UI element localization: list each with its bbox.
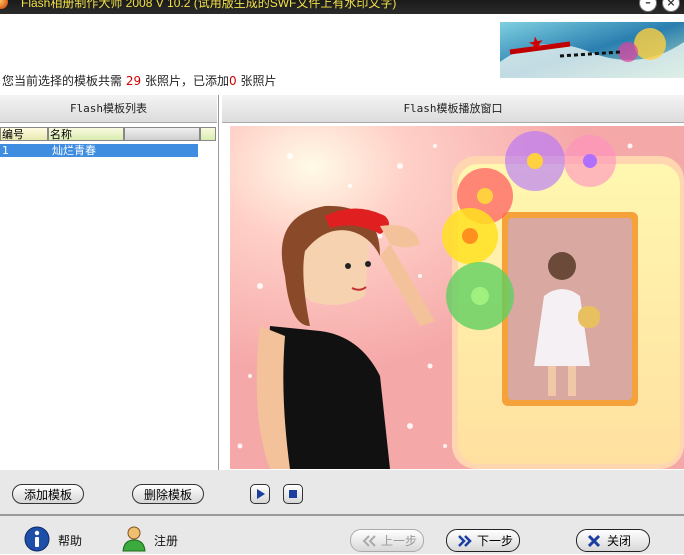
next-step-button[interactable]: 下一步 bbox=[446, 529, 520, 552]
prev-step-button[interactable]: 上一步 bbox=[350, 529, 424, 552]
play-button[interactable] bbox=[250, 484, 270, 504]
controls-bar: 添加模板 删除模板 bbox=[0, 470, 684, 514]
template-id: 1 bbox=[2, 144, 9, 157]
brand-logo: ★ bbox=[500, 22, 684, 78]
user-icon[interactable] bbox=[120, 524, 148, 552]
delete-template-button[interactable]: 删除模板 bbox=[132, 484, 204, 504]
close-label: 关闭 bbox=[607, 534, 632, 548]
column-header-id[interactable]: 编号 bbox=[0, 127, 48, 141]
flash-preview[interactable] bbox=[230, 126, 684, 469]
window-title: Flash相册制作大师 2008 V 10.2 (试用版生成的SWF文件上有水印… bbox=[21, 0, 397, 10]
template-name: 灿烂青春 bbox=[52, 144, 96, 157]
app-icon bbox=[0, 0, 8, 9]
stop-icon bbox=[289, 490, 297, 498]
column-header-empty bbox=[124, 127, 200, 141]
status-prefix: 您当前选择的模板共需 bbox=[2, 74, 123, 88]
player-panel: Flash模板播放窗口 bbox=[222, 95, 684, 470]
stop-button[interactable] bbox=[283, 484, 303, 504]
play-icon bbox=[257, 489, 265, 499]
close-button[interactable]: 关闭 bbox=[576, 529, 650, 552]
status-suffix: 张照片 bbox=[240, 74, 277, 88]
next-step-label: 下一步 bbox=[477, 534, 514, 548]
title-bar: Flash相册制作大师 2008 V 10.2 (试用版生成的SWF文件上有水印… bbox=[0, 0, 684, 14]
template-list-row[interactable]: 1 灿烂青春 bbox=[0, 144, 198, 157]
header: 您当前选择的模板共需 29 张照片，已添加0 张照片 ★ bbox=[0, 14, 684, 94]
photo-count-status: 您当前选择的模板共需 29 张照片，已添加0 张照片 bbox=[2, 72, 276, 89]
required-photo-count: 29 bbox=[125, 74, 142, 88]
register-link[interactable]: 注册 bbox=[154, 532, 178, 549]
help-link[interactable]: 帮助 bbox=[58, 532, 82, 549]
column-header-end bbox=[200, 127, 216, 141]
minimize-button[interactable]: – bbox=[639, 0, 657, 12]
status-middle: 张照片，已添加 bbox=[144, 74, 229, 88]
close-window-button[interactable]: × bbox=[662, 0, 680, 12]
x-icon bbox=[587, 533, 601, 555]
template-list-title: Flash模板列表 bbox=[0, 95, 217, 123]
double-right-arrow-icon bbox=[457, 533, 473, 555]
prev-step-label: 上一步 bbox=[381, 534, 418, 548]
template-list-header: 编号 名称 bbox=[0, 127, 216, 141]
template-list-panel: Flash模板列表 编号 名称 1 灿烂青春 bbox=[0, 95, 219, 470]
add-template-button[interactable]: 添加模板 bbox=[12, 484, 84, 504]
double-left-arrow-icon bbox=[361, 533, 377, 555]
column-header-name[interactable]: 名称 bbox=[48, 127, 124, 141]
added-photo-count: 0 bbox=[228, 74, 237, 88]
footer: 帮助 注册 上一步 下一步 关闭 bbox=[0, 516, 684, 554]
flash-preview-artwork bbox=[230, 126, 684, 469]
player-title: Flash模板播放窗口 bbox=[222, 95, 684, 123]
help-icon[interactable] bbox=[24, 526, 50, 552]
